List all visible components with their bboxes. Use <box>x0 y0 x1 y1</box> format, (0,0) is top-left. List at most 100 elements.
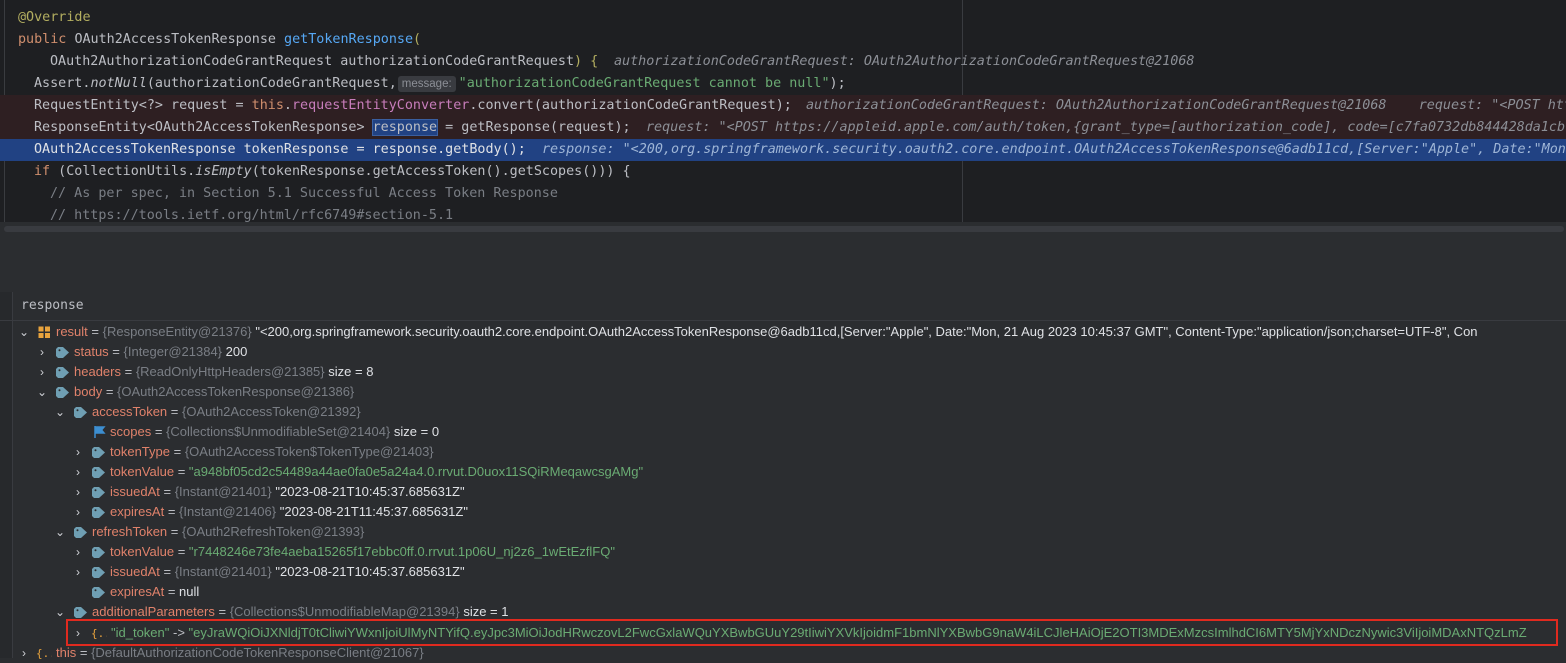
inline-value-hint: request: "<POST https://appleid.apple.co… <box>646 120 1566 135</box>
variable-type: {ResponseEntity@21376} <box>102 324 252 339</box>
tree-row-token-value[interactable]: › tokenValue = "r7448246e73fe4aeba15265f… <box>0 542 1566 562</box>
variable-name: headers <box>74 364 121 379</box>
variable-name: tokenType <box>110 444 170 459</box>
assert-statement: Assert.notNull(authorizationCodeGrantReq… <box>34 73 846 95</box>
code-line[interactable]: if (CollectionUtils.isEmpty(tokenRespons… <box>0 161 1566 183</box>
editor-horizontal-scrollbar[interactable] <box>4 226 1564 232</box>
chevron-right-icon[interactable]: › <box>72 502 84 522</box>
variable-type: {Instant@21401} <box>174 564 272 579</box>
variable-type: {ReadOnlyHttpHeaders@21385} <box>135 364 325 379</box>
field-ref: requestEntityConverter <box>291 98 470 113</box>
code-line[interactable]: // As per spec, in Section 5.1 Successfu… <box>0 183 1566 205</box>
tree-row-token-type[interactable]: › tokenType = {OAuth2AccessToken$TokenTy… <box>0 442 1566 462</box>
variable-value: "2023-08-21T10:45:37.685631Z" <box>275 484 465 499</box>
selected-identifier[interactable]: response <box>371 119 439 136</box>
variable-value: "2023-08-21T11:45:37.685631Z" <box>279 504 468 519</box>
tree-row-refresh-token[interactable]: ⌄ refreshToken = {OAuth2RefreshToken@213… <box>0 522 1566 542</box>
chevron-down-icon[interactable]: ⌄ <box>54 602 66 622</box>
tree-row-headers[interactable]: › headers = {ReadOnlyHttpHeaders@21385} … <box>0 362 1566 382</box>
chevron-down-icon[interactable]: ⌄ <box>18 322 30 342</box>
tree-row-body[interactable]: ⌄ body = {OAuth2AccessTokenResponse@2138… <box>0 382 1566 402</box>
tree-row-issued-at[interactable]: › issuedAt = {Instant@21401} "2023-08-21… <box>0 482 1566 502</box>
flag-icon <box>94 426 106 438</box>
code-line[interactable]: @Override <box>0 7 1566 29</box>
field-tag-icon <box>74 407 87 418</box>
code-line[interactable]: Assert.notNull(authorizationCodeGrantReq… <box>0 73 1566 95</box>
chevron-down-icon[interactable]: ⌄ <box>54 402 66 422</box>
tree-row-this[interactable]: › {..} this = {DefaultAuthorizationCodeT… <box>0 643 1566 663</box>
field-tag-icon <box>74 527 87 538</box>
variable-name: accessToken <box>92 404 168 419</box>
highlight-annotation-box <box>66 619 1558 646</box>
code-line[interactable]: RequestEntity<?> request = this.requestE… <box>0 95 1566 117</box>
statement-prefix: RequestEntity<?> request = <box>34 98 252 113</box>
variable-type: {OAuth2RefreshToken@21393} <box>181 524 365 539</box>
field-tag-icon <box>92 447 105 458</box>
variable-value: size = 1 <box>463 604 509 619</box>
statement-prefix: (CollectionUtils. <box>50 164 196 179</box>
chevron-right-icon[interactable]: › <box>72 462 84 482</box>
variable-type: {Instant@21401} <box>174 484 272 499</box>
chevron-right-icon[interactable]: › <box>36 342 48 362</box>
parameter-name-hint: message: <box>397 76 456 92</box>
code-editor[interactable]: @Override public OAuth2AccessTokenRespon… <box>0 0 1566 222</box>
variable-name: additionalParameters <box>92 604 215 619</box>
variable-name: tokenValue <box>110 464 175 479</box>
variable-value: null <box>179 584 200 599</box>
field-tag-icon <box>92 587 105 598</box>
variable-type: {OAuth2AccessTokenResponse@21386} <box>117 384 355 399</box>
variable-name: scopes <box>110 424 152 439</box>
chevron-right-icon[interactable]: › <box>72 482 84 502</box>
tree-row-token-value[interactable]: › tokenValue = "a948bf05cd2c54489a44ae0f… <box>0 462 1566 482</box>
field-tag-icon <box>56 387 69 398</box>
method-parameter: OAuth2AuthorizationCodeGrantRequest auth… <box>50 51 598 73</box>
variable-name: expiresAt <box>110 504 165 519</box>
tree-row-issued-at[interactable]: › issuedAt = {Instant@21401} "2023-08-21… <box>0 562 1566 582</box>
variable-name: issuedAt <box>110 484 160 499</box>
paren: ( <box>413 32 422 47</box>
code-line[interactable]: OAuth2AuthorizationCodeGrantRequest auth… <box>0 51 1566 73</box>
tree-row-expires-at[interactable]: expiresAt = null <box>0 582 1566 602</box>
brace: ) { <box>574 54 599 69</box>
current-execution-line[interactable]: OAuth2AccessTokenResponse tokenResponse … <box>0 139 1566 161</box>
svg-text:{..}: {..} <box>36 647 52 660</box>
response-statement: ResponseEntity<OAuth2AccessTokenResponse… <box>34 117 631 139</box>
tree-row-status[interactable]: › status = {Integer@21384} 200 <box>0 342 1566 362</box>
field-tag-icon <box>92 567 105 578</box>
variable-type: {Instant@21406} <box>179 504 277 519</box>
chevron-right-icon[interactable]: › <box>18 643 30 663</box>
static-call: isEmpty <box>195 164 252 179</box>
chevron-right-icon[interactable]: › <box>36 362 48 382</box>
dot: . <box>283 98 292 113</box>
chevron-right-icon[interactable]: › <box>72 562 84 582</box>
code-comment: // As per spec, in Section 5.1 Successfu… <box>50 186 558 201</box>
evaluated-expression[interactable]: response <box>21 298 84 313</box>
variable-name: expiresAt <box>110 584 165 599</box>
inline-value-hint: authorizationCodeGrantRequest: OAuth2Aut… <box>614 54 1195 69</box>
variable-value: "2023-08-21T10:45:37.685631Z" <box>275 564 465 579</box>
chevron-down-icon[interactable]: ⌄ <box>54 522 66 542</box>
call-args: (authorizationCodeGrantRequest, <box>146 76 397 91</box>
tree-row-expires-at[interactable]: › expiresAt = {Instant@21406} "2023-08-2… <box>0 502 1566 522</box>
method-signature: public OAuth2AccessTokenResponse getToke… <box>18 29 421 51</box>
code-comment: // https://tools.ietf.org/html/rfc6749#s… <box>50 208 454 222</box>
variable-type: {OAuth2AccessToken$TokenType@21403} <box>184 444 434 459</box>
tree-row-access-token[interactable]: ⌄ accessToken = {OAuth2AccessToken@21392… <box>0 402 1566 422</box>
field-tag-icon <box>74 607 87 618</box>
code-line[interactable]: // https://tools.ietf.org/html/rfc6749#s… <box>0 205 1566 222</box>
chevron-right-icon[interactable]: › <box>72 442 84 462</box>
chevron-right-icon[interactable]: › <box>72 542 84 562</box>
code-line[interactable]: public OAuth2AccessTokenResponse getToke… <box>0 29 1566 51</box>
variable-type: {Integer@21384} <box>123 344 223 359</box>
tree-row-result[interactable]: ⌄ result = {ResponseEntity@21376} "<200,… <box>0 322 1566 342</box>
evaluate-expression-header[interactable]: response <box>0 292 1566 321</box>
request-statement: RequestEntity<?> request = this.requestE… <box>34 95 792 117</box>
token-response-statement: OAuth2AccessTokenResponse tokenResponse … <box>34 142 526 157</box>
code-line[interactable]: ResponseEntity<OAuth2AccessTokenResponse… <box>0 117 1566 139</box>
tree-row-scopes[interactable]: scopes = {Collections$UnmodifiableSet@21… <box>0 422 1566 442</box>
variable-type: {Collections$UnmodifiableMap@21394} <box>229 604 460 619</box>
variable-type: {OAuth2AccessToken@21392} <box>181 404 361 419</box>
field-tag-icon <box>92 467 105 478</box>
chevron-down-icon[interactable]: ⌄ <box>36 382 48 402</box>
object-icon <box>38 326 50 338</box>
